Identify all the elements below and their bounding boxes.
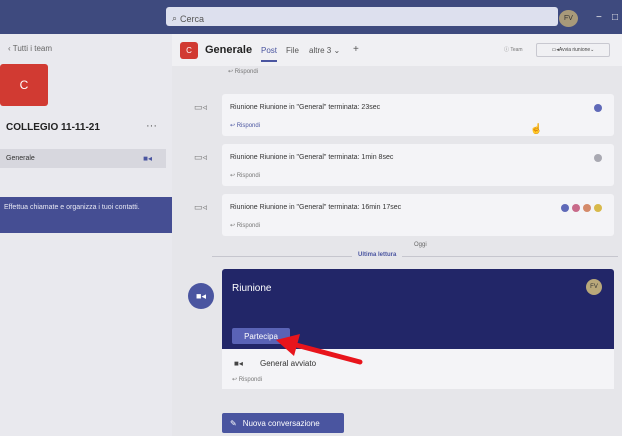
meeting-post: Riunione Riunione in "General" terminata… (222, 144, 614, 186)
avatar: FV (586, 279, 602, 295)
video-camera-icon: ■◂ (234, 359, 243, 368)
meeting-status: General avviato (260, 359, 317, 368)
avatar (583, 204, 591, 212)
maximize-button[interactable]: □ (612, 12, 618, 23)
channel-header: C Generale Post File altre 3 ⌄ + ⓘ Team … (172, 34, 622, 66)
date-divider-label: Oggi (414, 242, 427, 248)
avatar (594, 154, 602, 162)
participant-avatars (594, 104, 602, 112)
meeting-post: Riunione Riunione in "General" terminata… (222, 94, 614, 136)
channel-title: Generale (205, 44, 253, 56)
new-conversation-button[interactable]: ✎ Nuova conversazione (222, 413, 344, 433)
user-avatar[interactable]: FV (559, 10, 578, 27)
avatar (594, 104, 602, 112)
avatar (561, 204, 569, 212)
last-read-label: Ultima lettura (352, 252, 403, 258)
channel-label: Generale (6, 155, 35, 162)
reply-link[interactable]: ↩ Rispondi (230, 172, 260, 179)
team-sidebar: ‹ Tutti i team C COLLEGIO 11-11-21 ··· G… (0, 34, 172, 436)
avatar (594, 204, 602, 212)
join-meeting-button[interactable]: Partecipa (232, 328, 290, 344)
team-name: COLLEGIO 11-11-21 (6, 122, 100, 133)
meeting-card: Riunione FV Partecipa (222, 269, 614, 349)
search-input[interactable]: Cerca (180, 14, 204, 24)
meeting-icon: ■◂ (188, 283, 214, 309)
reply-link[interactable]: ↩ Rispondi (230, 122, 260, 129)
post-text: Riunione Riunione in "General" terminata… (230, 104, 381, 111)
last-read-divider (212, 256, 618, 257)
start-meeting-button[interactable]: ▭◂ Avvia riunione ⌄ (536, 43, 610, 57)
avatar (572, 204, 580, 212)
video-camera-icon: ▭◂ (551, 47, 559, 53)
chevron-down-icon: ⌄ (590, 47, 595, 53)
participant-avatars (594, 154, 602, 162)
add-tab-button[interactable]: + (353, 44, 359, 55)
promo-banner[interactable]: Effettua chiamate e organizza i tuoi con… (0, 197, 172, 233)
reply-link[interactable]: ↩ Rispondi (228, 68, 258, 75)
post-text: Riunione Riunione in "General" terminata… (230, 204, 402, 211)
minimize-button[interactable]: − (596, 12, 602, 23)
participant-avatars (561, 204, 602, 212)
video-camera-icon: ■◂ (143, 154, 152, 163)
reply-link[interactable]: ↩ Rispondi (230, 222, 260, 229)
all-teams-link[interactable]: ‹ Tutti i team (8, 44, 52, 53)
tab-post[interactable]: Post (261, 46, 278, 62)
tab-file[interactable]: File (286, 46, 299, 55)
team-avatar: C (0, 64, 48, 106)
reply-link[interactable]: ↩ Rispondi (232, 376, 262, 383)
compose-icon: ✎ (230, 418, 237, 428)
video-camera-icon: ■◂ (196, 290, 206, 301)
meeting-post: Riunione Riunione in "General" terminata… (222, 194, 614, 236)
search-box[interactable]: ⌕ Cerca (166, 7, 558, 26)
tab-more[interactable]: altre 3 ⌄ (309, 46, 340, 55)
meeting-ended-icon: ▭◃ (194, 152, 208, 162)
hand-cursor-icon: ☝ (530, 124, 543, 135)
channel-avatar: C (180, 42, 198, 59)
meeting-ended-icon: ▭◃ (194, 202, 208, 212)
meeting-title: Riunione (232, 283, 272, 294)
search-icon: ⌕ (172, 13, 178, 23)
conversation-feed: ↩ Rispondi ▭◃ Riunione Riunione in "Gene… (172, 66, 622, 436)
meeting-ended-icon: ▭◃ (194, 102, 208, 112)
meeting-footer: ■◂ General avviato ↩ Rispondi (222, 349, 614, 389)
top-bar: ⌕ Cerca FV − □ (0, 0, 622, 34)
channel-item-generale[interactable]: Generale ■◂ (0, 149, 166, 168)
more-options-icon[interactable]: ··· (146, 120, 157, 132)
team-info[interactable]: ⓘ Team (504, 46, 523, 53)
post-text: Riunione Riunione in "General" terminata… (230, 154, 394, 161)
